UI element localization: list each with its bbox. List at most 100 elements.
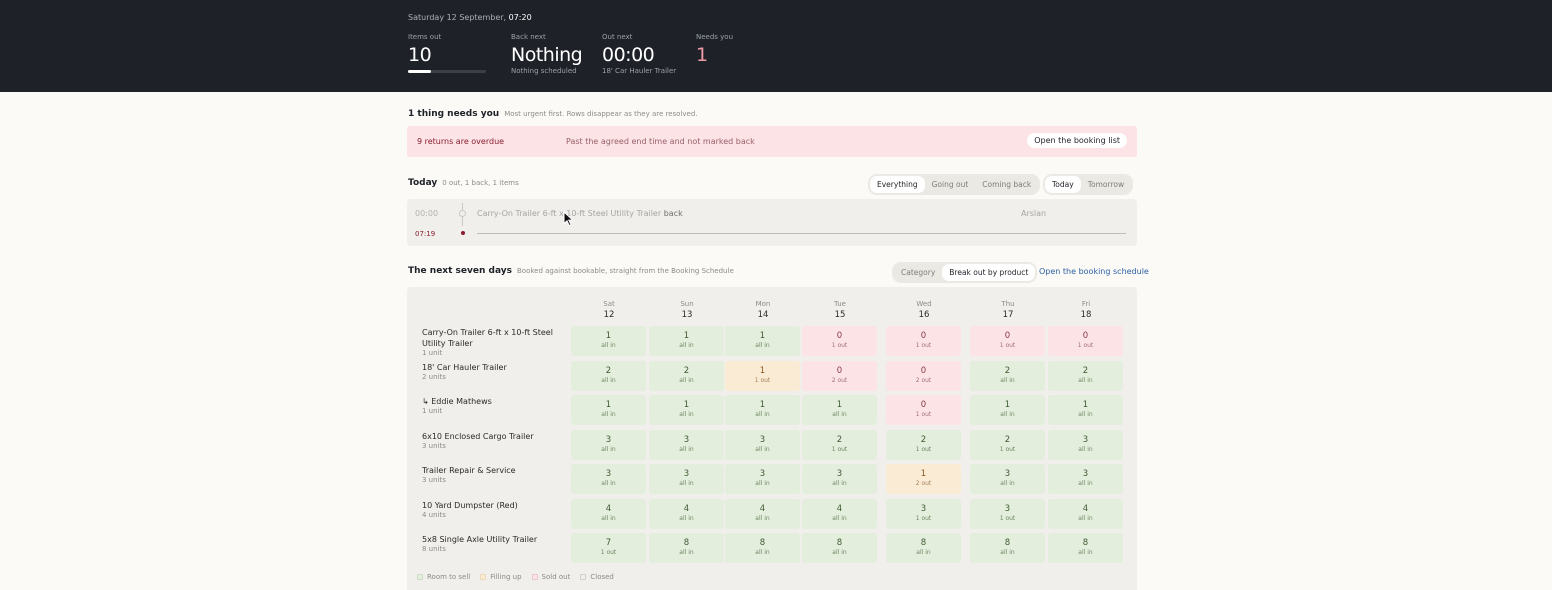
stat-out-next: Out next 00:00 18' Car Hauler Trailer [602,33,677,75]
availability-cell[interactable]: 3 all in [649,464,724,494]
availability-cell[interactable]: 2 all in [1048,361,1123,391]
availability-cell[interactable]: 71 out [571,533,646,563]
availability-cell[interactable]: 8 all in [649,533,724,563]
day-header: Sun 13 [680,300,694,320]
stat-items-out: Items out 10 [408,33,486,73]
availability-cell[interactable]: 1 all in [802,395,877,425]
availability-cell[interactable]: 31 out [886,499,961,529]
availability-cell[interactable]: 01 out [886,326,961,356]
availability-cell[interactable]: 4 all in [725,499,800,529]
legend-item-room: Room to sell [417,573,470,581]
availability-cell[interactable]: 21 out [886,430,961,460]
stat-back-next: Back next Nothing Nothing scheduled [511,33,583,75]
availability-cell[interactable]: 21 out [802,430,877,460]
availability-grid: Room to sell Filling up Sold out Closed Sat… [407,287,1137,590]
availability-cell[interactable]: 3 all in [970,464,1045,494]
availability-cell[interactable]: 31 out [970,499,1045,529]
alert-title: 9 returns are overdue [417,137,505,146]
availability-cell[interactable]: 3 all in [1048,430,1123,460]
availability-cell[interactable]: 1 all in [649,326,724,356]
availability-cell[interactable]: 3 all in [725,430,800,460]
availability-cell[interactable]: 01 out [886,395,961,425]
legend-swatch [417,574,423,580]
availability-cell[interactable]: 8 all in [1048,533,1123,563]
seven-days-view-tabs: Category Break out by product [892,262,1038,283]
day-header: Wed 16 [916,300,932,320]
grid-legend: Room to sell Filling up Sold out Closed [417,573,614,581]
view-category[interactable]: Category [894,264,942,281]
now-marker-icon [461,231,465,235]
open-booking-list-button[interactable]: Open the booking list [1027,133,1127,148]
availability-cell[interactable]: 8 all in [970,533,1045,563]
availability-cell[interactable]: 3 all in [725,464,800,494]
current-time: 07:20 [508,13,532,22]
availability-cell[interactable]: 12 out [886,464,961,494]
availability-cell[interactable]: 8 all in [886,533,961,563]
availability-cell[interactable]: 2 all in [571,361,646,391]
now-line [477,233,1126,234]
day-header: Thu 17 [1001,300,1015,320]
seven-days-heading: The next seven days Booked against bookab… [408,266,734,276]
availability-cell[interactable]: 8 all in [725,533,800,563]
availability-cell[interactable]: 2 all in [970,361,1045,391]
availability-cell[interactable]: 4 all in [649,499,724,529]
availability-cell[interactable]: 21 out [970,430,1045,460]
legend-swatch [480,574,487,580]
availability-cell[interactable]: 2 all in [649,361,724,391]
availability-cell[interactable]: 1 all in [725,395,800,425]
filter-going-out[interactable]: Going out [925,176,976,193]
day-tomorrow[interactable]: Tomorrow [1081,176,1131,193]
availability-cell[interactable]: 01 out [802,326,877,356]
product-row-label: Carry-On Trailer 6-ft x 10-ft Steel Util… [422,328,553,357]
availability-cell[interactable]: 1 all in [649,395,724,425]
availability-cell[interactable]: 02 out [886,361,961,391]
availability-cell[interactable]: 8 all in [802,533,877,563]
availability-cell[interactable]: 4 all in [1048,499,1123,529]
availability-cell[interactable]: 3 all in [649,430,724,460]
timeline-event[interactable]: Carry-On Trailer 6-ft x 10-ft Steel Util… [477,209,683,218]
availability-cell[interactable]: 1 all in [1048,395,1123,425]
alert-description: Past the agreed end time and not marked … [566,137,755,146]
overdue-alert: 9 returns are overdue Past the agreed en… [407,126,1137,157]
availability-cell[interactable]: 4 all in [802,499,877,529]
stat-needs-you: Needs you 1 [696,33,734,66]
availability-cell[interactable]: 3 all in [571,430,646,460]
open-booking-schedule-link[interactable]: Open the booking schedule [1039,267,1149,276]
availability-cell[interactable]: 02 out [802,361,877,391]
availability-cell[interactable]: 3 all in [571,464,646,494]
availability-cell[interactable]: 1 all in [970,395,1045,425]
items-out-progress [408,70,486,73]
day-header: Fri 18 [1080,300,1092,320]
availability-cell[interactable]: 1 all in [725,326,800,356]
product-row-label: 18' Car Hauler Trailer 2 units [422,363,507,381]
today-filter-tabs: Everything Going out Coming back [868,174,1041,195]
legend-item-sold: Sold out [531,573,570,581]
product-row-label: 6x10 Enclosed Cargo Trailer 3 units [422,432,534,450]
availability-cell[interactable]: 4 all in [571,499,646,529]
availability-cell[interactable]: 01 out [1048,326,1123,356]
needs-you-heading: 1 thing needs you Most urgent first. Rows… [408,109,698,119]
product-row-label: 10 Yard Dumpster (Red) 4 units [422,501,518,519]
filter-coming-back[interactable]: Coming back [975,176,1038,193]
availability-cell[interactable]: 11 out [725,361,800,391]
event-customer: Arslan [1021,209,1047,218]
availability-cell[interactable]: 3 all in [802,464,877,494]
filter-everything[interactable]: Everything [870,176,925,193]
day-header: Mon 14 [755,300,771,320]
event-marker-icon [459,210,466,217]
status-header: Saturday 12 September, 07:20 Items out 1… [0,0,1552,92]
availability-cell[interactable]: 1 all in [571,326,646,356]
availability-cell[interactable]: 3 all in [1048,464,1123,494]
availability-cell[interactable]: 01 out [970,326,1045,356]
legend-item-closed: Closed [580,573,614,581]
day-today[interactable]: Today [1045,176,1081,193]
availability-cell[interactable]: 1 all in [571,395,646,425]
legend-swatch [531,574,538,580]
mouse-cursor-icon [563,211,575,227]
legend-swatch [580,574,587,580]
day-header: Tue 15 [834,300,846,320]
view-break-out-by-product[interactable]: Break out by product [942,264,1036,281]
today-timeline: 00:00 Carry-On Trailer 6-ft x 10-ft Stee… [407,199,1137,246]
today-heading: Today 0 out, 1 back, 1 items [408,178,519,188]
current-date: Saturday 12 September, 07:20 [408,13,532,22]
